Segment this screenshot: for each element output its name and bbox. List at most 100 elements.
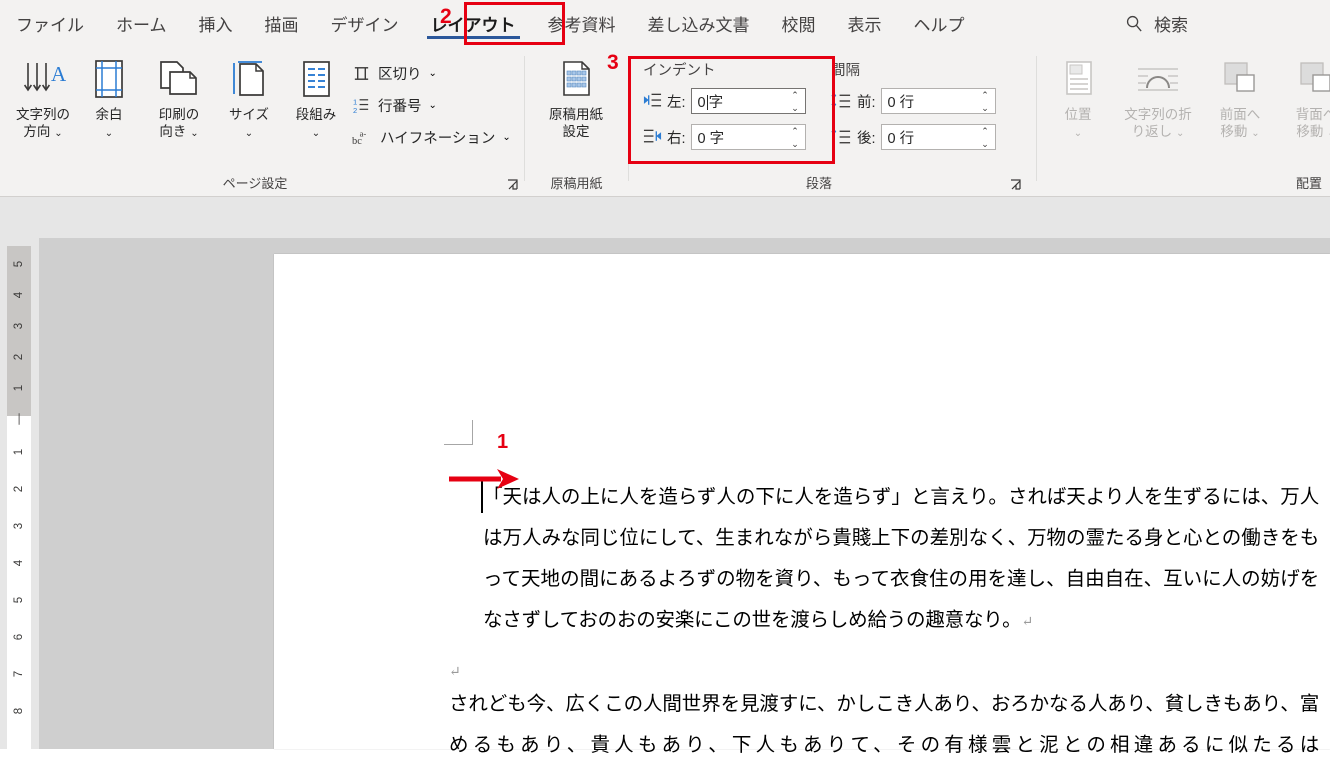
tab-label: 描画	[264, 15, 299, 35]
chevron-down-icon[interactable]: ⌄	[1251, 129, 1259, 139]
vruler-tick-gray-2: 2	[13, 353, 25, 361]
button-wrap-text[interactable]: 文字列の折 り返し ⌄	[1117, 54, 1199, 141]
button-send-backward[interactable]: 背面へ 移動 ⌄	[1280, 54, 1330, 141]
spacing-after-stepper[interactable]: ⌃ ⌄	[980, 127, 991, 149]
button-columns-label1: 段組み	[295, 107, 337, 122]
chevron-down-icon[interactable]: ⌄	[502, 132, 510, 143]
stepper-down-icon[interactable]: ⌄	[791, 140, 799, 149]
vertical-ruler[interactable]: 5 4 3 2 1 — 1 2 3 4 5 6 7 8	[0, 238, 39, 749]
document-page[interactable]: 「天は人の上に人を造らず人の下に人を造らず」と言えり。されば天より人を生ずるには…	[274, 254, 1330, 756]
stepper-down-icon[interactable]: ⌄	[791, 104, 799, 113]
group-label-manuscript: 原稿用紙	[550, 176, 603, 191]
button-columns[interactable]: 段組み ⌄	[283, 54, 349, 141]
spacing-header: 間隔	[831, 63, 860, 79]
tab-10[interactable]: ヘルプ	[898, 0, 981, 46]
stepper-down-icon[interactable]: ⌄	[981, 104, 989, 113]
button-paper-size-label1: サイズ	[228, 107, 270, 122]
chevron-down-icon[interactable]: ⌄	[429, 68, 437, 79]
button-manuscript-label2: 設定	[562, 124, 590, 140]
document-canvas[interactable]: 「天は人の上に人を造らず人の下に人を造らず」と言えり。されば天より人を生ずるには…	[39, 238, 1330, 756]
field-indent-right-label: 右:	[667, 130, 686, 147]
vruler-tick-gray-5: 5	[13, 260, 25, 268]
stepper-up-icon[interactable]: ⌃	[981, 127, 989, 136]
tab-label: 挿入	[198, 15, 233, 35]
indent-right-stepper[interactable]: ⌃ ⌄	[790, 127, 801, 149]
button-orientation-label1: 印刷の	[158, 107, 200, 122]
paragraph-dialog-launcher[interactable]	[1009, 178, 1023, 192]
button-hyphenation[interactable]: bc a- ハイフネーション ⌄	[352, 124, 511, 151]
position-icon	[1045, 54, 1111, 106]
annotation-number-2: 2	[440, 5, 452, 28]
indent-left-input[interactable]: 0字 ⌃ ⌄	[690, 88, 806, 114]
vruler-tick-1: 1	[13, 448, 25, 456]
stepper-up-icon[interactable]: ⌃	[791, 91, 799, 100]
group-arrange: 位置 ⌄ 文字列の折 り返し ⌄ 前面へ 移動 ⌄ 背面へ 移動 配置	[1037, 46, 1330, 196]
chevron-down-icon[interactable]: ⌄	[105, 129, 113, 139]
pilcrow-mark-1: ↵	[1021, 615, 1033, 630]
button-line-numbers[interactable]: 1 2 行番号 ⌄	[352, 92, 437, 119]
vruler-tick-8: 8	[13, 707, 25, 715]
button-bring-forward[interactable]: 前面へ 移動 ⌄	[1204, 54, 1276, 141]
tab-0[interactable]: ファイル	[0, 0, 100, 46]
chevron-down-icon[interactable]: ⌄	[429, 100, 437, 111]
tab-7[interactable]: 差し込み文書	[632, 0, 766, 46]
tab-3[interactable]: 描画	[249, 0, 315, 46]
button-text-direction-label2: 方向	[23, 124, 51, 140]
field-spacing-before[interactable]: 前: 0 行 ⌃ ⌄	[831, 88, 996, 114]
search-label: 検索	[1154, 15, 1188, 35]
button-margins[interactable]: 余白 ⌄	[76, 54, 142, 141]
hyphenation-icon: bc a-	[352, 129, 367, 147]
search-box[interactable]: 検索	[1125, 0, 1188, 46]
button-manuscript-settings[interactable]: 原稿用紙 設定	[543, 54, 609, 141]
spacing-after-icon	[831, 128, 851, 144]
document-paragraph-2[interactable]: されども今、広くこの人間世界を見渡すに、かしこき人あり、おろかなる人あり、貧しき…	[449, 684, 1319, 766]
button-send-backward-label2: 移動	[1296, 124, 1324, 140]
button-line-numbers-label: 行番号	[378, 99, 422, 115]
button-orientation[interactable]: 印刷の 向き ⌄	[146, 54, 212, 141]
tab-9[interactable]: 表示	[832, 0, 898, 46]
vruler-tick-gray-1: 1	[13, 384, 25, 392]
spacing-before-input[interactable]: 0 行 ⌃ ⌄	[880, 88, 996, 114]
spacing-before-stepper[interactable]: ⌃ ⌄	[980, 91, 991, 113]
field-indent-right[interactable]: 右: 0 字 ⌃ ⌄	[643, 124, 806, 150]
stepper-up-icon[interactable]: ⌃	[791, 127, 799, 136]
field-indent-left[interactable]: 左: 0字 ⌃ ⌄	[643, 88, 806, 114]
chevron-down-icon[interactable]: ⌄	[54, 129, 62, 139]
button-position-label1: 位置	[1064, 107, 1092, 122]
button-paper-size[interactable]: サイズ ⌄	[216, 54, 282, 141]
indent-right-input[interactable]: 0 字 ⌃ ⌄	[690, 124, 806, 150]
field-spacing-after[interactable]: 後: 0 行 ⌃ ⌄	[831, 124, 996, 150]
chevron-down-icon[interactable]: ⌄	[312, 129, 320, 139]
tab-1[interactable]: ホーム	[100, 0, 183, 46]
tab-label: 校閲	[781, 15, 816, 35]
vruler-tick-2: 2	[13, 485, 25, 493]
chevron-down-icon[interactable]: ⌄	[190, 129, 198, 139]
pilcrow-mark-empty: ↵	[449, 665, 461, 680]
wrap-text-icon	[1117, 54, 1199, 106]
button-bring-forward-label1: 前面へ	[1219, 107, 1261, 122]
button-breaks[interactable]: 区切り ⌄	[352, 60, 437, 87]
indent-left-value: 0	[697, 94, 706, 111]
paragraph-2-text: されども今、広くこの人間世界を見渡すに、かしこき人あり、おろかなる人あり、貧しき…	[449, 694, 1319, 756]
tab-4[interactable]: デザイン	[315, 0, 415, 46]
chevron-down-icon[interactable]: ⌄	[245, 129, 253, 139]
button-wrap-text-label1: 文字列の折	[1124, 107, 1192, 122]
stepper-down-icon[interactable]: ⌄	[981, 140, 989, 149]
indent-left-stepper[interactable]: ⌃ ⌄	[790, 91, 801, 113]
horizontal-ruler[interactable]: | 8 || 6 || 4 || 2 |||| 2 || 4 || 6 || 8…	[0, 197, 1330, 437]
text-cursor	[706, 95, 708, 111]
tab-2[interactable]: 挿入	[183, 0, 249, 46]
manuscript-grid-icon	[543, 54, 609, 106]
vruler-tick-7: 7	[13, 670, 25, 678]
spacing-after-input[interactable]: 0 行 ⌃ ⌄	[880, 124, 996, 150]
svg-text:a-: a-	[360, 129, 367, 139]
page-setup-dialog-launcher[interactable]	[506, 178, 520, 192]
group-label-page-setup: ページ設定	[222, 176, 288, 191]
chevron-down-icon[interactable]: ⌄	[1074, 129, 1082, 139]
tab-8[interactable]: 校閲	[766, 0, 832, 46]
button-position[interactable]: 位置 ⌄	[1045, 54, 1111, 141]
stepper-up-icon[interactable]: ⌃	[981, 91, 989, 100]
button-text-direction[interactable]: A 文字列の 方向 ⌄	[10, 54, 76, 141]
chevron-down-icon[interactable]: ⌄	[1176, 129, 1184, 139]
document-paragraph-1[interactable]: 「天は人の上に人を造らず人の下に人を造らず」と言えり。されば天より人を生ずるには…	[483, 477, 1319, 643]
